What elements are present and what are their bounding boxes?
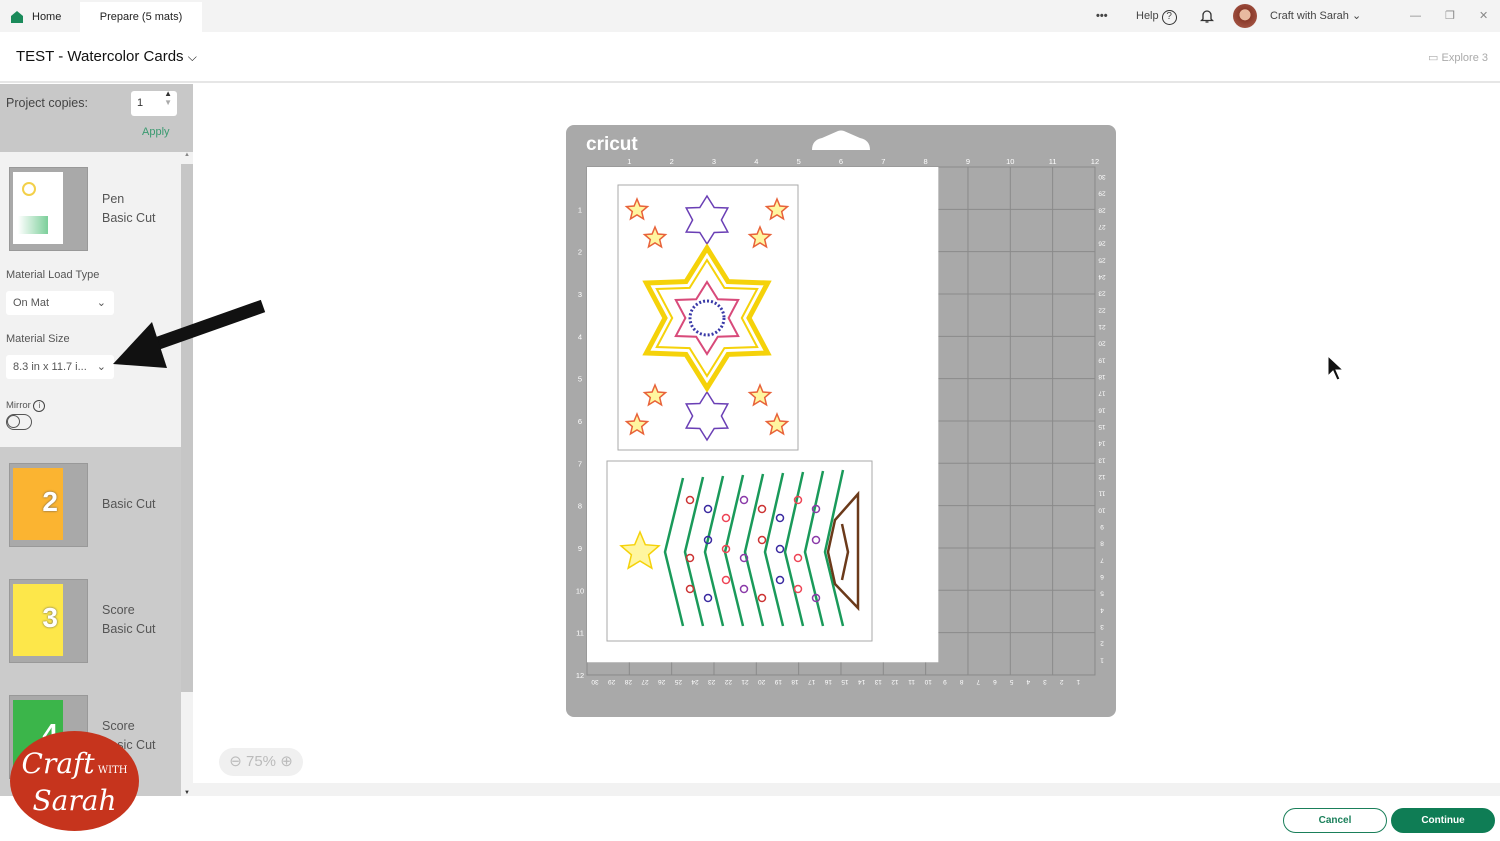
- ruler-label-top: 11: [1049, 157, 1057, 166]
- ruler-label-right: 4: [1100, 606, 1104, 613]
- ruler-label-right: 26: [1098, 240, 1106, 247]
- ruler-label-bottom: 23: [708, 678, 716, 685]
- ruler-label-bottom: 7: [976, 678, 980, 685]
- ruler-label-right: 25: [1098, 256, 1106, 263]
- annotation-arrow-icon: [113, 299, 266, 368]
- ruler-label-bottom: 9: [943, 678, 947, 685]
- ruler-label-bottom: 16: [824, 678, 832, 685]
- zoom-out-button[interactable]: ⊖: [229, 753, 242, 770]
- ruler-label-right: 29: [1098, 190, 1106, 197]
- ruler-label-bottom: 13: [874, 678, 882, 685]
- ruler-label-bottom: 18: [791, 678, 799, 685]
- ruler-label-right: 9: [1100, 523, 1104, 530]
- ruler-label-bottom: 29: [608, 678, 616, 685]
- ruler-label-bottom: 2: [1059, 678, 1063, 685]
- ruler-label-top: 3: [712, 157, 716, 166]
- ruler-label-bottom: 3: [1043, 678, 1047, 685]
- mat-brand-logo: cricut: [586, 134, 638, 155]
- ruler-label-right: 8: [1100, 540, 1104, 547]
- ruler-label-bottom: 4: [1026, 678, 1030, 685]
- ruler-label-bottom: 27: [641, 678, 649, 685]
- ruler-label-right: 15: [1098, 423, 1106, 430]
- ruler-label-bottom: 12: [891, 678, 899, 685]
- ruler-label-right: 12: [1098, 473, 1106, 480]
- ruler-label-bottom: 15: [841, 678, 849, 685]
- ruler-label-bottom: 17: [808, 678, 816, 685]
- ruler-label-right: 28: [1098, 206, 1106, 213]
- zoom-control: ⊖ 75% ⊕: [219, 748, 303, 776]
- ruler-label-right: 5: [1100, 590, 1104, 597]
- ruler-label-right: 27: [1098, 223, 1106, 230]
- continue-button[interactable]: Continue: [1391, 808, 1495, 833]
- ruler-label-right: 19: [1098, 356, 1106, 363]
- ruler-label-left: 4: [578, 332, 582, 341]
- bottom-bar: Cancel Continue: [0, 796, 1500, 841]
- ruler-label-right: 30: [1098, 173, 1106, 180]
- ruler-label-top: 6: [839, 157, 843, 166]
- ruler-label-right: 10: [1098, 506, 1106, 513]
- ruler-label-bottom: 10: [924, 678, 932, 685]
- cancel-button[interactable]: Cancel: [1283, 808, 1387, 833]
- ruler-label-right: 20: [1098, 340, 1106, 347]
- ruler-label-bottom: 19: [774, 678, 782, 685]
- ruler-label-right: 11: [1098, 490, 1105, 497]
- ruler-label-right: 23: [1098, 290, 1106, 297]
- watermark-logo: Craft WITH Sarah: [10, 731, 139, 831]
- ruler-label-right: 2: [1100, 640, 1104, 647]
- canvas-horizontal-scrollbar[interactable]: [193, 783, 1500, 796]
- ruler-label-top: 9: [966, 157, 970, 166]
- ruler-label-top: 2: [670, 157, 674, 166]
- ruler-label-right: 1: [1100, 656, 1104, 663]
- ruler-label-top: 12: [1091, 157, 1099, 166]
- ruler-label-left: 1: [578, 205, 582, 214]
- ruler-label-top: 8: [924, 157, 928, 166]
- ruler-label-top: 10: [1006, 157, 1014, 166]
- ruler-label-left: 8: [578, 502, 582, 511]
- ruler-label-top: 7: [881, 157, 885, 166]
- ruler-label-left: 3: [578, 290, 582, 299]
- ruler-label-left: 2: [578, 248, 582, 257]
- mouse-cursor-icon: [1327, 354, 1345, 381]
- ruler-label-top: 1: [627, 157, 631, 166]
- ruler-label-bottom: 26: [658, 678, 666, 685]
- ruler-label-left: 7: [578, 459, 582, 468]
- ruler-label-right: 13: [1098, 456, 1106, 463]
- ruler-label-bottom: 25: [674, 678, 682, 685]
- card-design-snowflake: [617, 184, 799, 451]
- ruler-label-bottom: 28: [624, 678, 632, 685]
- ruler-label-right: 18: [1098, 373, 1106, 380]
- ruler-label-top: 4: [754, 157, 758, 166]
- ruler-label-right: 21: [1098, 323, 1106, 330]
- ruler-label-right: 14: [1098, 440, 1106, 447]
- zoom-in-button[interactable]: ⊕: [280, 753, 293, 770]
- ruler-label-left: 6: [578, 417, 582, 426]
- ruler-label-bottom: 5: [1009, 678, 1013, 685]
- ruler-label-left: 12: [576, 671, 584, 680]
- ruler-label-right: 3: [1100, 623, 1104, 630]
- ruler-label-top: 5: [797, 157, 801, 166]
- ruler-label-left: 9: [578, 544, 582, 553]
- ruler-label-right: 17: [1098, 390, 1106, 397]
- ruler-label-right: 22: [1098, 306, 1106, 313]
- ruler-label-bottom: 24: [691, 678, 699, 685]
- zoom-level: 75%: [245, 753, 277, 770]
- ruler-label-bottom: 21: [741, 678, 749, 685]
- ruler-label-right: 24: [1098, 273, 1106, 280]
- ruler-label-left: 5: [578, 375, 582, 384]
- ruler-label-right: 7: [1100, 556, 1104, 563]
- ruler-label-bottom: 20: [758, 678, 766, 685]
- ruler-label-bottom: 22: [724, 678, 732, 685]
- ruler-label-bottom: 6: [993, 678, 997, 685]
- ruler-label-bottom: 11: [908, 678, 915, 685]
- ruler-label-right: 16: [1098, 406, 1106, 413]
- ruler-label-bottom: 8: [959, 678, 963, 685]
- ruler-label-left: 10: [576, 586, 584, 595]
- ruler-label-right: 6: [1100, 573, 1104, 580]
- ruler-label-left: 11: [576, 629, 584, 638]
- ruler-label-bottom: 1: [1076, 678, 1080, 685]
- ruler-label-bottom: 30: [591, 678, 599, 685]
- ruler-label-bottom: 14: [858, 678, 866, 685]
